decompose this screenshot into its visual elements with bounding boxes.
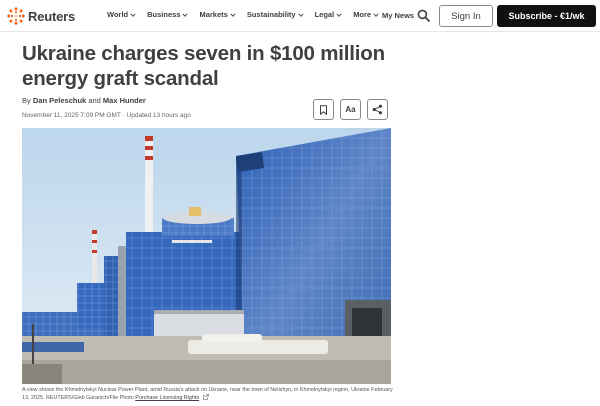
article-photo[interactable] <box>22 128 391 384</box>
nav-label: World <box>107 10 129 19</box>
chevron-down-icon <box>230 12 236 17</box>
my-news-link[interactable]: My News <box>382 11 414 20</box>
search-icon[interactable] <box>417 9 430 22</box>
bookmark-button[interactable] <box>313 99 334 120</box>
share-button[interactable] <box>367 99 388 120</box>
nav-more[interactable]: More <box>353 10 379 19</box>
chevron-down-icon <box>336 12 342 17</box>
chevron-down-icon <box>298 12 304 17</box>
text-size-button[interactable]: Aa <box>340 99 361 120</box>
nav-sustainability[interactable]: Sustainability <box>247 10 304 19</box>
text-size-label: Aa <box>345 105 356 114</box>
nav-world[interactable]: World <box>107 10 136 19</box>
reuters-logo-icon <box>7 7 25 25</box>
article-tools: Aa <box>313 99 394 120</box>
bookmark-icon <box>320 104 327 115</box>
chevron-down-icon <box>373 12 379 17</box>
nav-label: More <box>353 10 372 19</box>
chevron-down-icon <box>130 12 136 17</box>
nav-markets[interactable]: Markets <box>199 10 236 19</box>
nav-label: Business <box>147 10 181 19</box>
chevron-down-icon <box>182 12 189 17</box>
article-headline: Ukraine charges seven in $100 million en… <box>22 42 385 90</box>
main-nav: World Business Markets Sustainability Le… <box>107 10 390 19</box>
nav-label: Sustainability <box>246 10 296 19</box>
nav-legal[interactable]: Legal <box>315 10 343 19</box>
nav-label: Markets <box>199 10 228 19</box>
licensing-link[interactable]: Purchase Licensing Rights <box>135 395 199 401</box>
byline: By Dan Peleschuk and Max Hunder <box>22 96 146 105</box>
byline-and: and <box>88 96 101 105</box>
nav-business[interactable]: Business <box>147 10 189 19</box>
logo-text: Reuters <box>28 8 76 24</box>
subscribe-button[interactable]: Subscribe - €1/wk <box>497 5 596 27</box>
share-icon <box>372 104 383 115</box>
byline-prefix: By <box>22 96 31 105</box>
sign-in-button[interactable]: Sign In <box>439 5 493 27</box>
nuclear-plant-image <box>22 128 391 384</box>
site-header: Reuters World Business Markets Sustainab… <box>0 0 600 32</box>
article-dateline: November 11, 2025 7:09 PM GMT · Updated … <box>22 112 191 119</box>
nav-label: Legal <box>314 10 335 19</box>
reuters-logo[interactable]: Reuters <box>7 6 75 26</box>
external-link-icon[interactable] <box>202 394 209 400</box>
photo-caption: A view shows the Khmelnytskyi Nuclear Po… <box>22 386 400 402</box>
author-link[interactable]: Max Hunder <box>103 96 146 105</box>
author-link[interactable]: Dan Peleschuk <box>33 96 86 105</box>
